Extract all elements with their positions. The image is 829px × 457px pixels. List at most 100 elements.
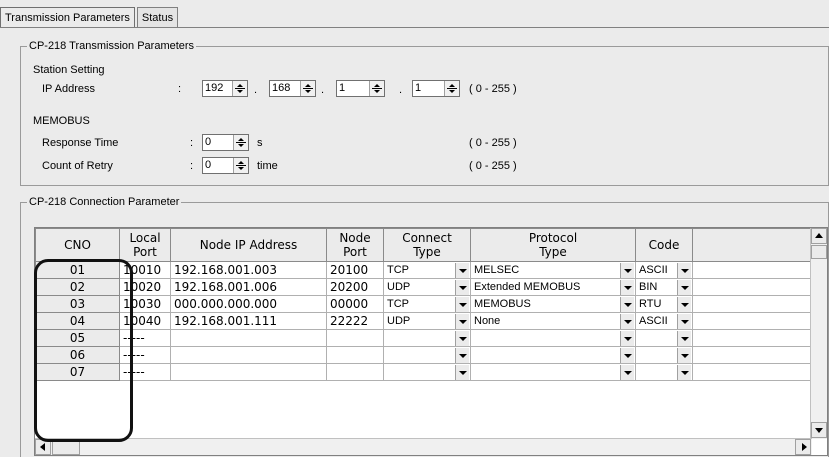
cell-cno[interactable]: 01 [35,261,120,279]
cell-connect-type[interactable]: TCP [383,295,471,313]
table-row[interactable]: 07 ----- [35,363,813,381]
cell-protocol-type-select[interactable] [474,330,635,346]
dropdown-arrow-icon[interactable] [455,347,469,363]
table-row[interactable]: 01 10010 192.168.001.003 20100 TCP MELSEC ASCI… [35,261,813,279]
dropdown-arrow-icon[interactable] [677,262,691,278]
cell-code-select[interactable]: BIN [639,279,692,295]
col-header-code[interactable]: Code [635,228,693,262]
scroll-right-icon[interactable] [795,439,811,455]
cell-protocol-type[interactable] [470,363,636,381]
dropdown-arrow-icon[interactable] [455,262,469,278]
cell-node-ip[interactable] [170,363,327,381]
cell-code[interactable]: ASCII [635,261,693,279]
cell-connect-type[interactable] [383,329,471,347]
vertical-scroll-thumb[interactable] [811,245,827,259]
dropdown-arrow-icon[interactable] [455,330,469,346]
cell-node-ip[interactable] [170,346,327,364]
cell-local-port[interactable]: 10030 [119,295,171,313]
cell-empty[interactable] [692,261,813,279]
vertical-scrollbar[interactable] [810,228,827,439]
dropdown-arrow-icon[interactable] [455,296,469,312]
dropdown-arrow-icon[interactable] [677,347,691,363]
spin-updown-icon[interactable] [233,135,248,150]
cell-connect-type[interactable]: UDP [383,312,471,330]
ip-octet-4-value[interactable]: 1 [413,81,444,96]
dropdown-arrow-icon[interactable] [620,262,634,278]
cell-cno[interactable]: 07 [35,363,120,381]
cell-connect-type-select[interactable]: UDP [387,279,470,295]
cell-code-select[interactable]: ASCII [639,313,692,329]
cell-connect-type[interactable]: TCP [383,261,471,279]
dropdown-arrow-icon[interactable] [620,279,634,295]
spin-updown-icon[interactable] [300,81,315,96]
cell-cno[interactable]: 02 [35,278,120,296]
retry-count-value[interactable]: 0 [203,158,233,173]
cell-code[interactable] [635,329,693,347]
cell-connect-type-select[interactable] [387,330,470,346]
col-header-local-port[interactable]: Local Port [119,228,171,262]
cell-node-port[interactable] [326,329,384,347]
dropdown-arrow-icon[interactable] [620,330,634,346]
table-row[interactable]: 03 10030 000.000.000.000 00000 TCP MEMOBUS RTU [35,295,813,313]
table-row[interactable]: 06 ----- [35,346,813,364]
ip-octet-3-stepper[interactable]: 1 [336,80,385,97]
cell-protocol-type-select[interactable] [474,364,635,380]
cell-node-ip[interactable]: 000.000.000.000 [170,295,327,313]
cell-code-select[interactable]: ASCII [639,262,692,278]
cell-node-port[interactable] [326,363,384,381]
dropdown-arrow-icon[interactable] [455,279,469,295]
ip-octet-2-stepper[interactable]: 168 [269,80,316,97]
ip-octet-3-value[interactable]: 1 [337,81,369,96]
cell-connect-type[interactable] [383,363,471,381]
cell-protocol-type[interactable] [470,329,636,347]
spin-updown-icon[interactable] [369,81,384,96]
ip-octet-1-value[interactable]: 192 [203,81,232,96]
cell-cno[interactable]: 06 [35,346,120,364]
scroll-left-icon[interactable] [35,439,51,455]
spin-updown-icon[interactable] [444,81,459,96]
spin-updown-icon[interactable] [232,81,247,96]
cell-empty[interactable] [692,278,813,296]
cell-connect-type-select[interactable]: TCP [387,296,470,312]
dropdown-arrow-icon[interactable] [455,313,469,329]
dropdown-arrow-icon[interactable] [677,330,691,346]
cell-protocol-type-select[interactable]: Extended MEMOBUS [474,279,635,295]
cell-node-port[interactable]: 20200 [326,278,384,296]
cell-local-port[interactable]: ----- [119,346,171,364]
ip-octet-4-stepper[interactable]: 1 [412,80,460,97]
cell-node-port[interactable]: 00000 [326,295,384,313]
cell-local-port[interactable]: 10010 [119,261,171,279]
response-time-stepper[interactable]: 0 [202,134,249,151]
spin-updown-icon[interactable] [233,158,248,173]
cell-empty[interactable] [692,346,813,364]
cell-code[interactable]: ASCII [635,312,693,330]
tab-status[interactable]: Status [136,7,179,27]
cell-connect-type-select[interactable]: UDP [387,313,470,329]
dropdown-arrow-icon[interactable] [455,364,469,380]
col-header-node-port[interactable]: Node Port [326,228,384,262]
cell-code-select[interactable]: RTU [639,296,692,312]
cell-code[interactable]: RTU [635,295,693,313]
horizontal-scrollbar[interactable] [35,438,812,455]
cell-local-port[interactable]: ----- [119,363,171,381]
cell-node-ip[interactable]: 192.168.001.006 [170,278,327,296]
dropdown-arrow-icon[interactable] [620,364,634,380]
ip-octet-2-value[interactable]: 168 [270,81,300,96]
scroll-up-icon[interactable] [811,228,827,244]
cell-empty[interactable] [692,295,813,313]
cell-code-select[interactable] [639,364,692,380]
cell-node-ip[interactable] [170,329,327,347]
cell-local-port[interactable]: ----- [119,329,171,347]
col-header-node-ip[interactable]: Node IP Address [170,228,327,262]
cell-local-port[interactable]: 10040 [119,312,171,330]
dropdown-arrow-icon[interactable] [677,364,691,380]
table-row[interactable]: 04 10040 192.168.001.111 22222 UDP None ASCII [35,312,813,330]
dropdown-arrow-icon[interactable] [677,313,691,329]
cell-local-port[interactable]: 10020 [119,278,171,296]
cell-empty[interactable] [692,312,813,330]
table-row[interactable]: 02 10020 192.168.001.006 20200 UDP Extended M… [35,278,813,296]
cell-protocol-type-select[interactable]: MEMOBUS [474,296,635,312]
dropdown-arrow-icon[interactable] [620,347,634,363]
cell-cno[interactable]: 05 [35,329,120,347]
cell-node-port[interactable]: 20100 [326,261,384,279]
